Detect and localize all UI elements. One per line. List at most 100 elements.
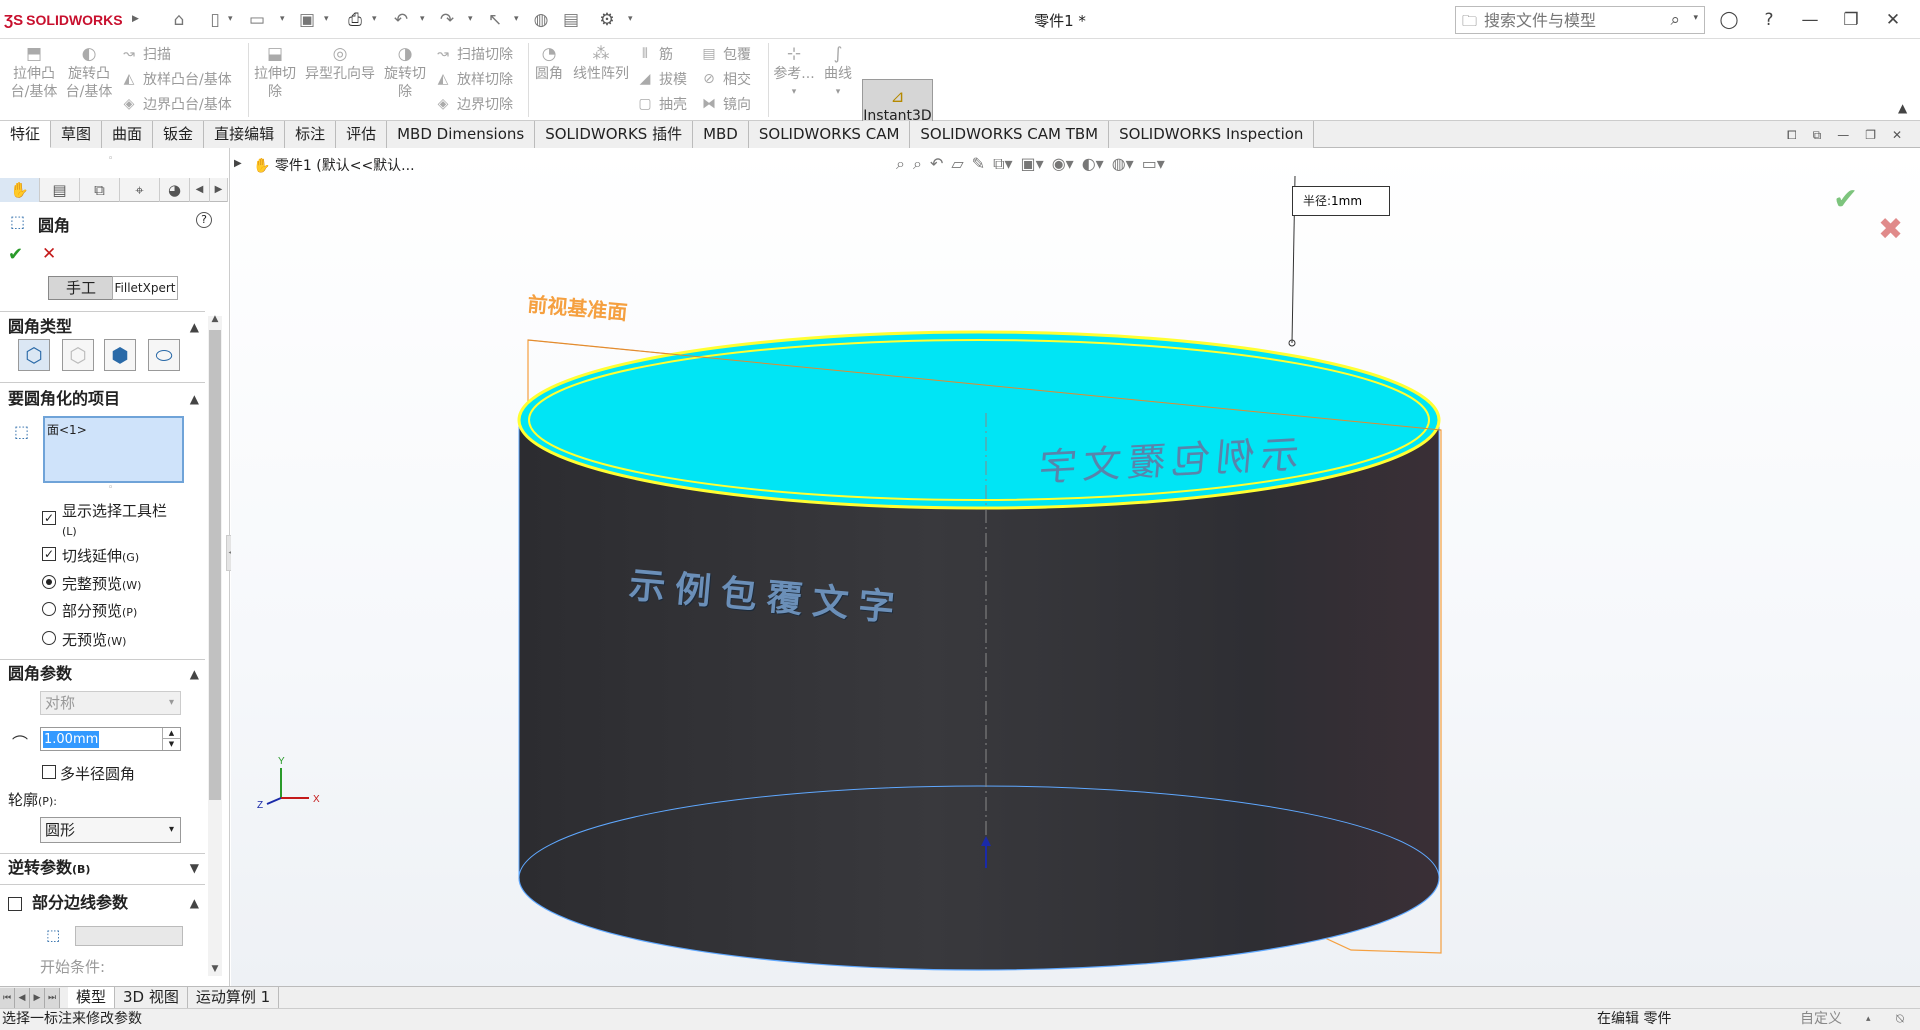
scroll-up-icon[interactable]: ▲ [208,314,222,328]
selected-face-item[interactable]: 面<1> [47,423,87,437]
tab-8[interactable]: SOLIDWORKS 插件 [535,121,694,148]
save-icon[interactable]: ▣ [296,9,318,31]
display-manager-tab-icon[interactable]: ◕ [160,178,190,202]
options-gear-icon[interactable]: ⚙ [596,9,618,31]
constant-size-fillet-icon[interactable]: ⬡ [18,339,50,371]
select-cursor-icon[interactable]: ↖ [484,9,506,31]
boundary-boss-button[interactable]: ◈ 边界凸台/基体 [120,94,232,114]
tab-5[interactable]: 标注 [285,121,337,148]
loft-cut-button[interactable]: ◭ 放样切除 [434,69,513,89]
search-dropdown-icon[interactable]: ▾ [1693,13,1698,23]
close-icon[interactable]: ✕ [1880,8,1906,32]
tab-3[interactable]: 钣金 [153,121,205,148]
curves-button[interactable]: ∫ 曲线 ▾ [818,43,858,101]
radius-spinbox[interactable]: 1.00mm ▲ ▼ [40,727,181,751]
loft-button[interactable]: ◭ 放样凸台/基体 [120,69,232,89]
intersect-button[interactable]: ⊘ 相交 [700,69,751,89]
fillet-method-select[interactable]: 对称 ▾ [40,691,181,715]
viewport-close-icon[interactable]: ✕ [1892,128,1902,143]
open-dropdown-icon[interactable]: ▾ [280,12,290,26]
extrude-boss-button[interactable]: ⬒ 拉伸凸台/基体 [4,43,64,101]
dimxpert-tab-icon[interactable]: ⌖ [120,178,160,202]
extrude-cut-button[interactable]: ⬓ 拉伸切除 [250,43,300,101]
apply-scene-icon[interactable]: ◍▾ [1112,154,1134,176]
tab-10[interactable]: SOLIDWORKS CAM [748,121,911,148]
sweep-cut-button[interactable]: ↝ 扫描切除 [434,44,513,64]
file-properties-icon[interactable]: ▤ [560,9,582,31]
user-account-icon[interactable]: ◯ [1716,8,1742,32]
sweep-button[interactable]: ↝ 扫描 [120,44,171,64]
tab-1[interactable]: 草图 [51,121,103,148]
radius-callout[interactable]: 半径: [1292,186,1390,216]
fillet-button[interactable]: ◔ 圆角 [530,43,568,83]
profile-select[interactable]: 圆形 ▾ [40,817,181,843]
redo-icon[interactable]: ↷ [436,9,458,31]
tabs-scroll-left-icon[interactable]: ◀ [190,178,210,202]
next-tab-icon[interactable]: ▶ [30,988,45,1008]
viewport-split-icon[interactable]: ⧠ [1787,128,1797,143]
hole-wizard-button[interactable]: ◎ 异型孔向导 [302,43,378,83]
shell-button[interactable]: ▢ 抽壳 [636,94,687,114]
rebuild-icon[interactable]: ◍ [530,9,552,31]
view-settings-icon[interactable]: ▭▾ [1142,154,1165,176]
fillet-type-header[interactable]: 圆角类型 ▲ [0,316,205,338]
last-tab-icon[interactable]: ⏭ [45,988,60,1008]
items-selection-box[interactable]: 面<1> [43,416,184,483]
feature-tree-breadcrumb[interactable]: ✋ 零件1 (默认<<默认... [253,155,415,175]
manual-mode-tab[interactable]: 手工 [48,276,114,300]
tab-0[interactable]: 特征 [0,121,52,148]
tab-2[interactable]: 曲面 [102,121,154,148]
view-orientation-icon[interactable]: ⧉▾ [993,154,1012,176]
zoom-to-area-icon[interactable]: ⌕ [913,154,922,176]
mirror-button[interactable]: ⧓ 镜向 [700,94,751,114]
bottom-tab-1[interactable]: 3D 视图 [115,987,188,1008]
tabs-scroll-right-icon[interactable]: ▶ [210,178,228,202]
collapse-ribbon-icon[interactable]: ▲ [1898,101,1907,115]
spin-up-icon[interactable]: ▲ [162,728,180,739]
help-icon[interactable]: ? [1756,8,1782,32]
tree-expand-icon[interactable]: ▶ [234,158,242,169]
solidworks-logo[interactable]: ƷS SOLIDWORKS [4,9,123,31]
status-resize-icon[interactable]: ⍉ [1896,1009,1904,1030]
fillet-parameters-header[interactable]: 圆角参数 ▲ [0,663,205,685]
face-fillet-icon[interactable]: ⬢ [104,339,136,371]
new-dropdown-icon[interactable]: ▾ [228,12,238,26]
hide-show-items-icon[interactable]: ◉▾ [1052,154,1074,176]
undo-dropdown-icon[interactable]: ▾ [420,12,430,26]
print-dropdown-icon[interactable]: ▾ [372,12,382,26]
graphics-area[interactable]: Y X Z 前视基准面 示例包覆文字 示例包覆文字 [231,148,1920,986]
edit-appearance-icon[interactable]: ◐▾ [1082,154,1104,176]
variable-size-fillet-icon[interactable]: ⬡ [62,339,94,371]
panel-grip-icon[interactable]: ◦ [108,154,113,164]
first-tab-icon[interactable]: ⏮ [0,988,15,1008]
viewport-minimize-icon[interactable]: — [1837,128,1849,143]
options-dropdown-icon[interactable]: ▾ [628,12,638,26]
scroll-down-icon[interactable]: ▼ [208,964,222,978]
open-folder-icon[interactable]: ▭ [246,9,268,31]
revolve-boss-button[interactable]: ◐ 旋转凸台/基体 [64,43,114,101]
resize-grip-icon[interactable]: ◦ [108,483,113,493]
tangent-propagation-checkbox[interactable]: ✓ [42,547,56,561]
prev-tab-icon[interactable]: ◀ [15,988,30,1008]
radius-input[interactable]: 1.00mm [43,731,100,748]
display-style-icon[interactable]: ▣▾ [1021,154,1044,176]
radius-callout-input[interactable] [1331,194,1370,208]
full-preview-radio[interactable] [42,575,56,589]
new-file-icon[interactable]: ▯ [204,9,226,31]
partial-preview-radio[interactable] [42,602,56,616]
draft-button[interactable]: ◢ 拔模 [636,69,687,89]
spin-down-icon[interactable]: ▼ [162,739,180,750]
confirm-corner-ok-icon[interactable]: ✔ [1833,182,1858,217]
tab-12[interactable]: SOLIDWORKS Inspection [1109,121,1315,148]
units-dropdown-icon[interactable]: ▴ [1866,1009,1871,1030]
partial-edge-selection-box[interactable] [75,926,183,946]
property-manager-tab-icon[interactable]: ▤ [40,178,80,202]
restore-icon[interactable]: ❐ [1838,8,1864,32]
viewport-restore-icon[interactable]: ❐ [1865,128,1876,143]
cancel-x-icon[interactable]: ✕ [42,244,56,264]
multi-radius-checkbox[interactable] [42,765,56,779]
boundary-cut-button[interactable]: ◈ 边界切除 [434,94,513,114]
partial-edge-checkbox[interactable] [8,897,22,911]
filletxpert-mode-tab[interactable]: FilletXpert [112,276,178,300]
search-box[interactable]: 🗀 ⌕ ▾ [1455,6,1705,34]
